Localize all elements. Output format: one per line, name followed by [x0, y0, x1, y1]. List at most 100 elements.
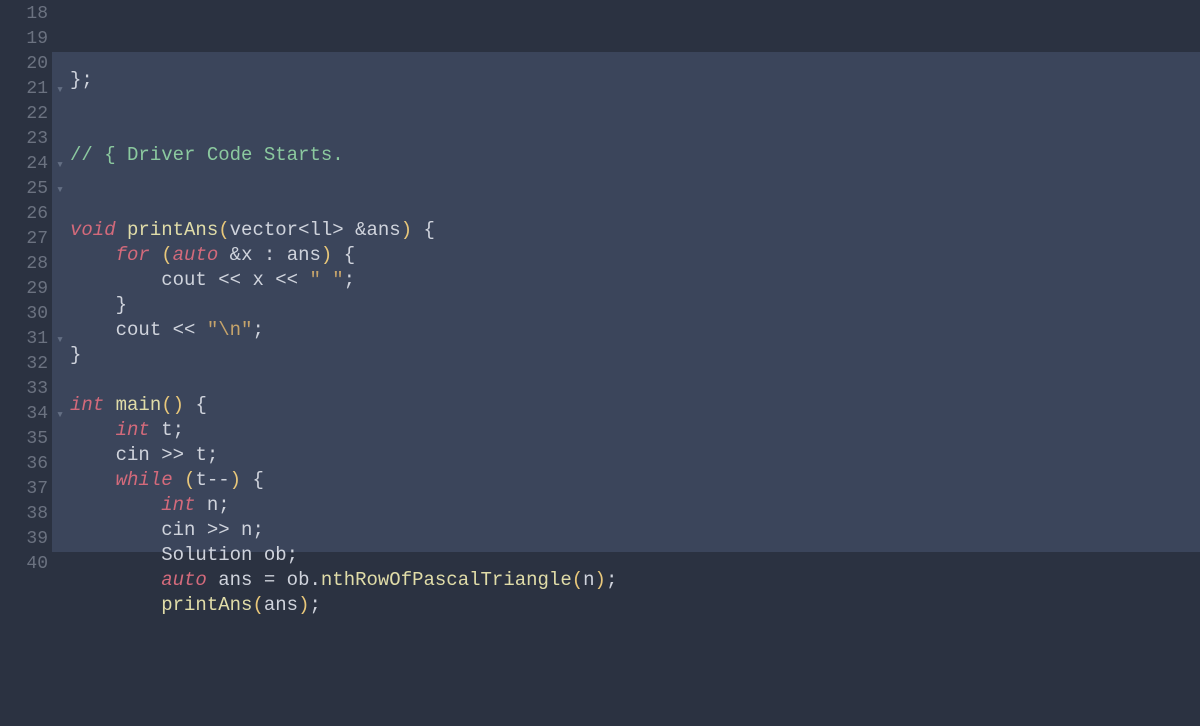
- code-token: [252, 544, 263, 566]
- code-line[interactable]: }: [70, 293, 1200, 318]
- code-token: "\n": [207, 319, 253, 341]
- code-token: int: [161, 494, 195, 516]
- code-line[interactable]: auto ans = ob.nthRowOfPascalTriangle(n);: [70, 568, 1200, 593]
- code-token: printAns: [161, 594, 252, 616]
- line-number: 38: [0, 502, 52, 527]
- code-line[interactable]: cout << x << " ";: [70, 268, 1200, 293]
- code-token: ;: [207, 444, 218, 466]
- code-line[interactable]: cout << "\n";: [70, 318, 1200, 343]
- code-token: <<: [207, 269, 253, 291]
- code-token: ans: [218, 569, 252, 591]
- code-token: Solution: [161, 544, 252, 566]
- code-token: [70, 594, 161, 616]
- code-token: [70, 569, 161, 591]
- code-token: n: [241, 519, 252, 541]
- code-area[interactable]: };// { Driver Code Starts.void printAns(…: [52, 0, 1200, 726]
- code-token: ob: [287, 569, 310, 591]
- code-token: [70, 444, 116, 466]
- code-token: ;: [287, 544, 298, 566]
- code-token: [70, 469, 116, 491]
- code-token: ;: [218, 494, 229, 516]
- code-line[interactable]: // { Driver Code Starts.: [70, 143, 1200, 168]
- code-line[interactable]: while (t--) {: [70, 468, 1200, 493]
- code-line[interactable]: };: [70, 68, 1200, 93]
- code-token: (: [184, 469, 195, 491]
- line-number: 26: [0, 202, 52, 227]
- code-token: ): [230, 469, 241, 491]
- code-line[interactable]: [70, 93, 1200, 118]
- code-token: [150, 244, 161, 266]
- code-token: (): [161, 394, 184, 416]
- code-line[interactable]: [70, 368, 1200, 393]
- code-token: &: [344, 219, 367, 241]
- code-line[interactable]: [70, 193, 1200, 218]
- code-token: (: [252, 594, 263, 616]
- code-line[interactable]: }: [70, 343, 1200, 368]
- code-token: printAns: [127, 219, 218, 241]
- code-token: <: [298, 219, 309, 241]
- line-number: 35: [0, 427, 52, 452]
- code-line[interactable]: [70, 118, 1200, 143]
- code-token: cout: [161, 269, 207, 291]
- code-token: ans: [367, 219, 401, 241]
- line-number: 22: [0, 102, 52, 127]
- code-token: ans: [287, 244, 321, 266]
- line-number: 34▾: [0, 402, 52, 427]
- code-token: ;: [173, 419, 184, 441]
- code-token: [116, 219, 127, 241]
- code-token: [207, 569, 218, 591]
- code-token: [70, 519, 161, 541]
- code-token: ;: [252, 519, 263, 541]
- line-number: 20: [0, 52, 52, 77]
- code-line[interactable]: cin >> n;: [70, 518, 1200, 543]
- code-token: [70, 269, 161, 291]
- line-number: 33: [0, 377, 52, 402]
- line-number: 36: [0, 452, 52, 477]
- code-token: (: [572, 569, 583, 591]
- code-token: [173, 469, 184, 491]
- code-token: >>: [150, 444, 196, 466]
- code-token: >>: [195, 519, 241, 541]
- code-line[interactable]: int main() {: [70, 393, 1200, 418]
- code-line[interactable]: void printAns(vector<ll> &ans) {: [70, 218, 1200, 243]
- code-token: (: [161, 244, 172, 266]
- code-line[interactable]: [70, 618, 1200, 643]
- code-token: ): [298, 594, 309, 616]
- line-number: 27: [0, 227, 52, 252]
- line-number: 29: [0, 277, 52, 302]
- line-number: 25▾: [0, 177, 52, 202]
- code-token: x: [252, 269, 263, 291]
- line-number: 39: [0, 527, 52, 552]
- code-token: <<: [264, 269, 310, 291]
- code-token: [70, 544, 161, 566]
- code-token: [104, 394, 115, 416]
- code-token: x: [241, 244, 252, 266]
- code-token: ): [401, 219, 412, 241]
- code-line[interactable]: int t;: [70, 418, 1200, 443]
- code-line[interactable]: cin >> t;: [70, 443, 1200, 468]
- code-token: cin: [161, 519, 195, 541]
- code-token: };: [70, 69, 93, 91]
- code-line[interactable]: printAns(ans);: [70, 593, 1200, 618]
- code-token: void: [70, 219, 116, 241]
- line-number: 24▾: [0, 152, 52, 177]
- code-token: ;: [252, 319, 263, 341]
- code-line[interactable]: [70, 168, 1200, 193]
- code-editor[interactable]: 18192021▾222324▾25▾262728293031▾323334▾3…: [0, 0, 1200, 726]
- code-line[interactable]: for (auto &x : ans) {: [70, 243, 1200, 268]
- code-token: ;: [309, 594, 320, 616]
- code-token: ): [595, 569, 606, 591]
- code-line[interactable]: Solution ob;: [70, 543, 1200, 568]
- code-line[interactable]: int n;: [70, 493, 1200, 518]
- code-token: {: [184, 394, 207, 416]
- code-token: cin: [116, 444, 150, 466]
- code-token: [195, 494, 206, 516]
- code-token: (: [218, 219, 229, 241]
- line-number: 30: [0, 302, 52, 327]
- code-token: [150, 419, 161, 441]
- line-number: 37: [0, 477, 52, 502]
- code-token: --: [207, 469, 230, 491]
- code-token: ans: [264, 594, 298, 616]
- line-number: 32: [0, 352, 52, 377]
- code-token: >: [332, 219, 343, 241]
